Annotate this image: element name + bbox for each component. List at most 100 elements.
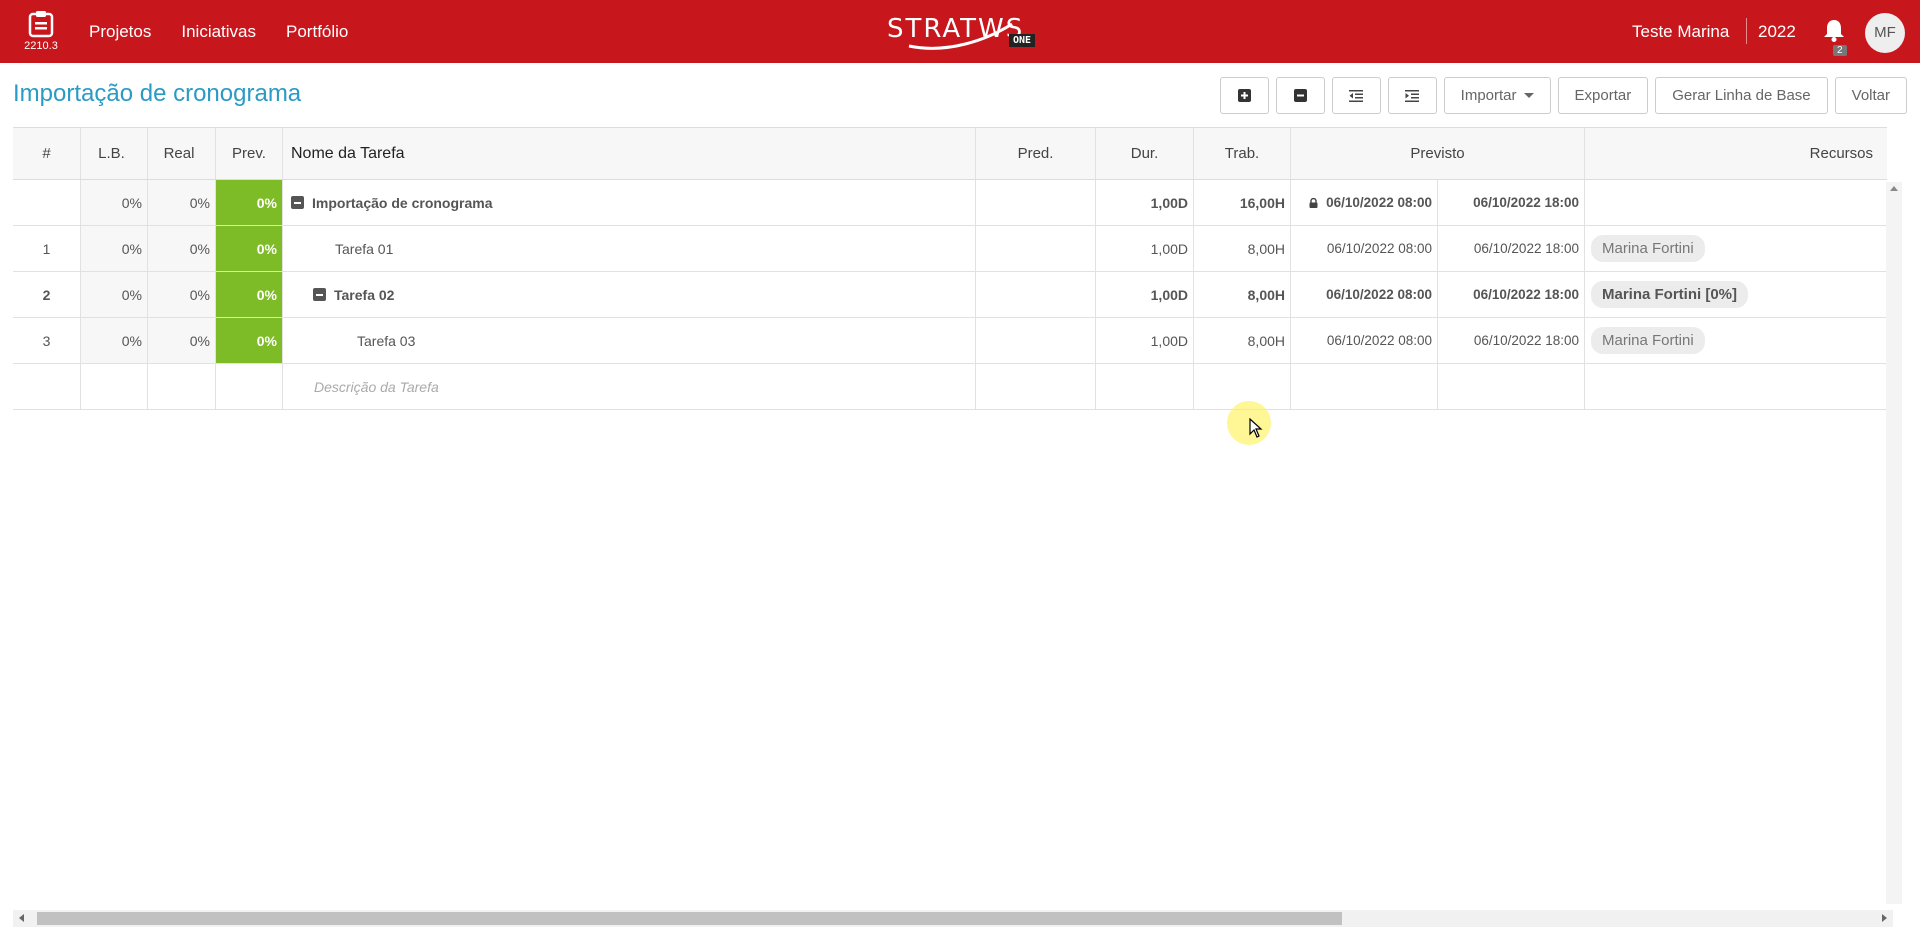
row-pred[interactable] [976, 318, 1096, 363]
header-task-name[interactable]: Nome da Tarefa [283, 128, 976, 179]
page-title: Importação de cronograma [13, 80, 302, 107]
row-dur[interactable] [1096, 364, 1194, 409]
header-lb[interactable]: L.B. [81, 128, 148, 179]
resource-chip[interactable]: Marina Fortini [0%] [1591, 281, 1749, 308]
row-end[interactable]: 06/10/2022 18:00 [1438, 272, 1585, 317]
header-recursos[interactable]: Recursos [1585, 128, 1887, 179]
row-resources[interactable]: Marina Fortini [1585, 226, 1887, 271]
notifications-button[interactable] [1823, 18, 1847, 44]
row-pred[interactable] [976, 226, 1096, 271]
row-resources[interactable] [1585, 364, 1887, 409]
importar-dropdown[interactable]: Importar [1443, 77, 1551, 114]
nav-projetos[interactable]: Projetos [89, 22, 151, 42]
row-num: 2 [13, 272, 81, 317]
row-resources[interactable]: Marina Fortini [1585, 318, 1887, 363]
row-num: 1 [13, 226, 81, 271]
collapse-icon[interactable] [291, 196, 304, 209]
exportar-button[interactable]: Exportar [1557, 77, 1649, 114]
remove-task-button[interactable] [1275, 77, 1325, 114]
row-num: 3 [13, 318, 81, 363]
vertical-scrollbar[interactable] [1886, 182, 1902, 904]
row-pred[interactable] [976, 180, 1096, 225]
collapse-icon[interactable] [313, 288, 326, 301]
row-pred[interactable] [976, 364, 1096, 409]
scroll-left-icon[interactable] [19, 914, 24, 922]
voltar-button[interactable]: Voltar [1834, 77, 1907, 114]
header-real[interactable]: Real [148, 128, 216, 179]
app-home-button[interactable]: 2210.3 [24, 10, 58, 54]
notification-badge: 2 [1833, 45, 1847, 56]
row-start[interactable]: 06/10/2022 08:00 [1291, 318, 1438, 363]
scroll-right-icon[interactable] [1882, 914, 1887, 922]
outdent-button[interactable] [1331, 77, 1381, 114]
row-lb: 0% [81, 226, 148, 271]
table-row[interactable]: 1 0% 0% 0% Tarefa 01 1,00D 8,00H 06/10/2… [13, 226, 1887, 272]
row-real [148, 364, 216, 409]
year-selector[interactable]: 2022 [1758, 22, 1796, 42]
row-end[interactable]: 06/10/2022 18:00 [1438, 318, 1585, 363]
row-pred[interactable] [976, 272, 1096, 317]
header-pred[interactable]: Pred. [976, 128, 1096, 179]
nav-portfolio[interactable]: Portfólio [286, 22, 348, 42]
header-trab[interactable]: Trab. [1194, 128, 1291, 179]
row-task-name[interactable]: Tarefa 01 [283, 226, 976, 271]
row-resources[interactable]: Marina Fortini [0%] [1585, 272, 1887, 317]
resource-chip[interactable]: Marina Fortini [1591, 235, 1705, 262]
header-prev[interactable]: Prev. [216, 128, 283, 179]
row-dur[interactable]: 1,00D [1096, 226, 1194, 271]
mouse-pointer-icon [1249, 418, 1263, 438]
header-dur[interactable]: Dur. [1096, 128, 1194, 179]
row-task-name[interactable]: Importação de cronograma [283, 180, 976, 225]
row-dur[interactable]: 1,00D [1096, 318, 1194, 363]
table-row[interactable]: 3 0% 0% 0% Tarefa 03 1,00D 8,00H 06/10/2… [13, 318, 1887, 364]
header-num[interactable]: # [13, 128, 81, 179]
row-trab[interactable]: 8,00H [1194, 272, 1291, 317]
row-start[interactable]: 06/10/2022 08:00 [1291, 272, 1438, 317]
clipboard-icon [28, 11, 54, 38]
row-lb: 0% [81, 180, 148, 225]
app-version: 2210.3 [24, 40, 58, 52]
grid-header-row: # L.B. Real Prev. Nome da Tarefa Pred. D… [13, 127, 1887, 180]
row-dur[interactable]: 1,00D [1096, 272, 1194, 317]
row-trab[interactable]: 8,00H [1194, 226, 1291, 271]
header-divider [1746, 18, 1747, 44]
horizontal-scrollbar[interactable] [13, 910, 1893, 927]
header-previsto[interactable]: Previsto [1291, 128, 1585, 179]
row-real: 0% [148, 180, 216, 225]
row-task-name[interactable]: Tarefa 03 [283, 318, 976, 363]
avatar[interactable]: MF [1865, 13, 1905, 53]
row-lb: 0% [81, 318, 148, 363]
table-row[interactable]: 2 0% 0% 0% Tarefa 02 1,00D 8,00H 06/10/2… [13, 272, 1887, 318]
row-end[interactable] [1438, 364, 1585, 409]
indent-button[interactable] [1387, 77, 1437, 114]
row-num [13, 180, 81, 225]
row-resources[interactable] [1585, 180, 1887, 225]
new-task-input[interactable]: Descrição da Tarefa [283, 364, 976, 409]
row-real: 0% [148, 226, 216, 271]
scroll-up-icon[interactable] [1890, 186, 1898, 191]
plus-square-icon [1237, 89, 1251, 102]
top-navbar: 2210.3 Projetos Iniciativas Portfólio ST… [0, 0, 1920, 63]
row-start[interactable]: 06/10/2022 08:00 [1291, 180, 1438, 225]
toolbar: Importar Exportar Gerar Linha de Base Vo… [1219, 77, 1907, 114]
add-task-button[interactable] [1219, 77, 1269, 114]
table-row[interactable]: 0% 0% 0% Importação de cronograma 1,00D … [13, 180, 1887, 226]
row-task-name[interactable]: Tarefa 02 [283, 272, 976, 317]
row-dur[interactable]: 1,00D [1096, 180, 1194, 225]
stratws-logo[interactable]: STRATWS ONE [887, 10, 1037, 52]
new-task-row[interactable]: Descrição da Tarefa [13, 364, 1887, 410]
row-start[interactable]: 06/10/2022 08:00 [1291, 226, 1438, 271]
scrollbar-thumb[interactable] [37, 912, 1342, 925]
row-trab[interactable]: 16,00H [1194, 180, 1291, 225]
resource-chip[interactable]: Marina Fortini [1591, 327, 1705, 354]
row-end[interactable]: 06/10/2022 18:00 [1438, 226, 1585, 271]
row-trab[interactable]: 8,00H [1194, 318, 1291, 363]
row-start[interactable] [1291, 364, 1438, 409]
row-prev: 0% [216, 180, 283, 225]
row-num [13, 364, 81, 409]
row-end[interactable]: 06/10/2022 18:00 [1438, 180, 1585, 225]
user-name[interactable]: Teste Marina [1632, 22, 1729, 42]
gerar-linha-base-button[interactable]: Gerar Linha de Base [1655, 77, 1828, 114]
main-nav: Projetos Iniciativas Portfólio [89, 22, 348, 42]
nav-iniciativas[interactable]: Iniciativas [181, 22, 256, 42]
